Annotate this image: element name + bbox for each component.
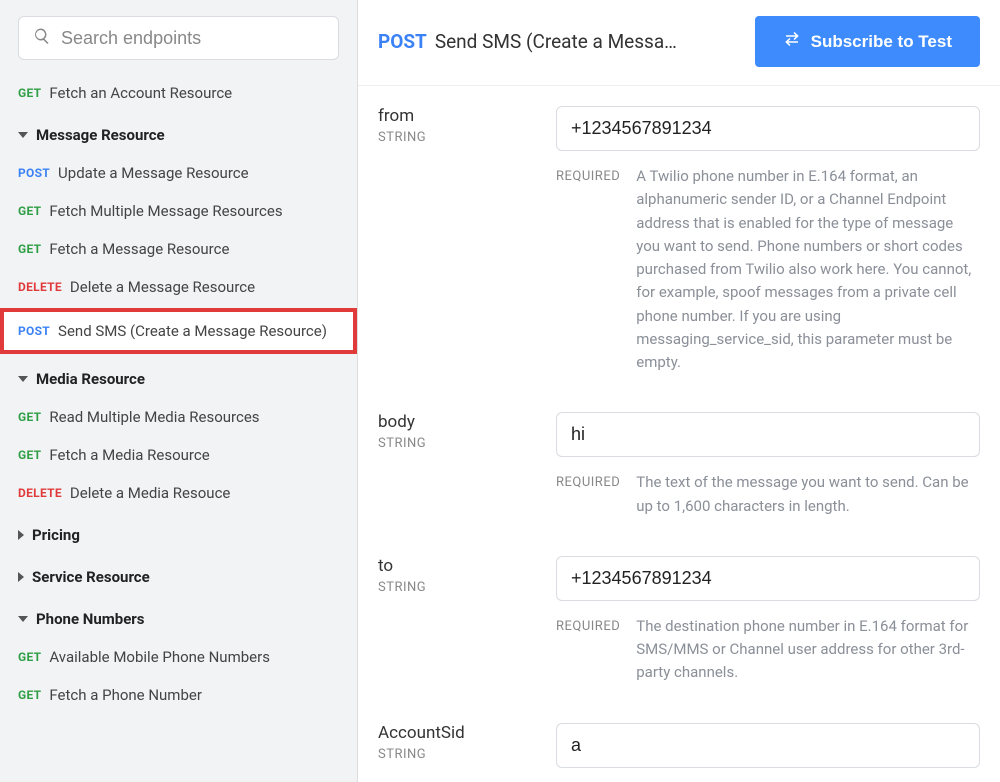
endpoint-title: Send SMS (Create a Messa… [435,30,677,53]
sidebar-endpoint-label: Send SMS (Create a Message Resource) [58,322,327,340]
sidebar-endpoint-label: Delete a Message Resource [70,278,255,296]
sidebar-group-label: Media Resource [36,370,145,388]
sidebar-endpoint-label: Fetch an Account Resource [49,84,232,102]
sidebar-group[interactable]: Message Resource [0,112,357,154]
search-box[interactable] [18,16,339,60]
sidebar-endpoint[interactable]: POST Update a Message Resource [0,154,357,192]
method-badge: DELETE [18,280,62,294]
param-body: REQUIRED The text of the message you want… [556,412,980,518]
param-meta: from STRING [378,106,528,374]
param-type: STRING [378,436,528,451]
sidebar-endpoint[interactable]: GET Read Multiple Media Resources [0,398,357,436]
sidebar-endpoint-label: Fetch a Media Resource [49,446,209,464]
required-badge: REQUIRED [556,615,620,685]
subscribe-button[interactable]: Subscribe to Test [755,16,980,67]
param-meta: to STRING [378,556,528,685]
search-input[interactable] [61,28,324,49]
param-type: STRING [378,130,528,145]
method-badge: GET [18,688,41,702]
sidebar-endpoint[interactable]: GET Fetch Multiple Message Resources [0,192,357,230]
param-description-row: REQUIRED The text of the message you want… [556,471,980,518]
params-list: fromSTRINGREQUIREDA Twilio phone number … [358,86,1000,782]
param-input[interactable] [556,723,980,768]
param-type: STRING [378,580,528,595]
param-description-row: REQUIREDThe destination phone number in … [556,615,980,685]
param-name: AccountSid [378,723,528,743]
param-row: body STRING REQUIRED The text of the messag… [378,398,980,542]
param-description-row: REQUIREDA Twilio phone number in E.164 f… [556,165,980,374]
endpoint-header: POST Send SMS (Create a Messa… Subscribe… [358,0,1000,86]
main-panel: POST Send SMS (Create a Messa… Subscribe… [358,0,1000,782]
param-description: The text of the message you want to send… [636,471,980,518]
sidebar-endpoint[interactable]: POST Send SMS (Create a Message Resource) [0,308,357,354]
sidebar-endpoint-label: Available Mobile Phone Numbers [49,648,270,666]
sidebar-endpoint[interactable]: GET Available Mobile Phone Numbers [0,638,357,676]
sidebar-group[interactable]: Service Resource [0,554,357,596]
param-meta: body STRING [378,412,528,518]
sidebar: GET Fetch an Account Resource Message Reso… [0,0,358,782]
sidebar-endpoint-label: Fetch a Phone Number [49,686,202,704]
method-badge: GET [18,86,41,100]
sidebar-group[interactable]: Phone Numbers [0,596,357,638]
caret-right-icon [18,530,24,540]
method-badge: GET [18,242,41,256]
sidebar-group[interactable]: Media Resource [0,356,357,398]
method-badge: GET [18,204,41,218]
sidebar-endpoint[interactable]: DELETE Delete a Message Resource [0,268,357,306]
param-description: A Twilio phone number in E.164 format, a… [636,165,980,374]
param-name: to [378,556,528,576]
param-name: body [378,412,528,432]
sidebar-group-label: Message Resource [36,126,165,144]
sidebar-endpoint-label: Fetch a Message Resource [49,240,229,258]
param-name: from [378,106,528,126]
param-description: The destination phone number in E.164 fo… [636,615,980,685]
param-row: to STRING REQUIREDThe destination phone nu… [378,542,980,709]
method-badge: POST [18,166,50,180]
method-badge: GET [18,650,41,664]
param-row: AccountSid STRING REQUIREDThe SID of the A… [378,709,980,782]
required-badge: REQUIRED [556,165,620,374]
sidebar-group-label: Pricing [32,526,80,544]
endpoint-method: POST [378,30,427,53]
param-type: STRING [378,747,528,762]
sidebar-endpoint[interactable]: DELETE Delete a Media Resouce [0,474,357,512]
method-badge: DELETE [18,486,62,500]
subscribe-label: Subscribe to Test [811,32,952,52]
param-body: REQUIREDA Twilio phone number in E.164 f… [556,106,980,374]
caret-down-icon [18,132,28,138]
caret-down-icon [18,616,28,622]
param-row: from STRING REQUIREDA Twilio phone number … [378,92,980,398]
sidebar-group-label: Service Resource [32,568,150,586]
required-badge: REQUIRED [556,471,620,518]
param-body: REQUIREDThe SID of the Account that crea… [556,723,980,782]
caret-right-icon [18,572,24,582]
method-badge: POST [18,324,50,338]
sidebar-endpoint-label: Read Multiple Media Resources [49,408,259,426]
search-icon [33,27,51,49]
sidebar-endpoint[interactable]: GET Fetch a Message Resource [0,230,357,268]
swap-icon [783,30,801,53]
method-badge: GET [18,410,41,424]
sidebar-endpoint-label: Update a Message Resource [58,164,249,182]
sidebar-endpoint-label: Fetch Multiple Message Resources [49,202,282,220]
sidebar-endpoint[interactable]: GET Fetch an Account Resource [0,74,357,112]
param-body: REQUIREDThe destination phone number in … [556,556,980,685]
sidebar-group[interactable]: Pricing [0,512,357,554]
param-input[interactable] [556,556,980,601]
param-meta: AccountSid STRING [378,723,528,782]
caret-down-icon [18,376,28,382]
sidebar-endpoint-label: Delete a Media Resouce [70,484,230,502]
sidebar-group-label: Phone Numbers [36,610,145,628]
sidebar-endpoint[interactable]: GET Fetch a Phone Number [0,676,357,714]
param-input[interactable] [556,106,980,151]
method-badge: GET [18,448,41,462]
param-input[interactable] [556,412,980,457]
sidebar-endpoint[interactable]: GET Fetch a Media Resource [0,436,357,474]
